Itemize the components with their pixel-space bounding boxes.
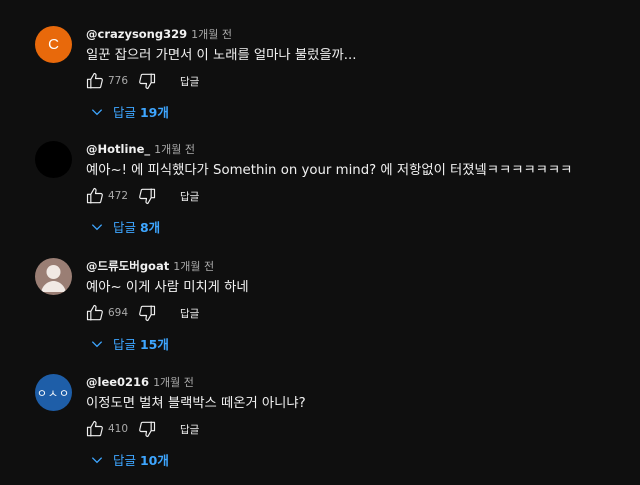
thumbs-down-icon	[139, 73, 156, 90]
dislike-button[interactable]	[136, 418, 158, 440]
like-button[interactable]	[84, 302, 106, 324]
comment-time[interactable]: 1개월 전	[191, 28, 232, 41]
like-count: 776	[108, 75, 129, 87]
avatar-face: ㅇㅅㅇ	[36, 386, 71, 400]
comment-actions: 776 답글	[84, 70, 199, 92]
replies-prefix: 답글	[113, 337, 140, 352]
like-count: 472	[108, 190, 129, 202]
author-line: @Hotline_ 1개월 전	[86, 141, 195, 157]
author-line: @crazysong329 1개월 전	[86, 26, 232, 42]
thumbs-up-icon	[86, 304, 103, 321]
comment-author[interactable]: @crazysong329	[86, 27, 187, 41]
comment-author[interactable]: @Hotline_	[86, 142, 150, 156]
replies-count: 19개	[139, 105, 169, 120]
chevron-down-icon	[90, 220, 104, 234]
replies-prefix: 답글	[113, 453, 140, 468]
comment-text: 예아~ 이게 사람 미치게 하네	[86, 280, 249, 295]
thumbs-up-icon	[86, 187, 103, 204]
replies-prefix: 답글	[113, 220, 140, 235]
person-icon	[41, 265, 66, 292]
avatar[interactable]	[35, 258, 72, 295]
view-replies-button[interactable]: 답글 8개	[90, 217, 160, 236]
comment-actions: 410 답글	[84, 418, 199, 440]
comment-text: 일꾼 잡으러 가면서 이 노래를 얼마나 불렀을까...	[86, 48, 357, 63]
view-replies-button[interactable]: 답글 10개	[90, 450, 169, 469]
author-line: @lee0216 1개월 전	[86, 374, 194, 390]
author-line: @드류도버goat 1개월 전	[86, 258, 214, 274]
avatar[interactable]	[35, 141, 72, 178]
chevron-down-icon	[90, 453, 104, 467]
thumbs-down-icon	[139, 421, 156, 438]
reply-button[interactable]: 답글	[180, 422, 199, 437]
comment-time[interactable]: 1개월 전	[153, 376, 194, 389]
comment-time[interactable]: 1개월 전	[173, 260, 214, 273]
like-button[interactable]	[84, 70, 106, 92]
dislike-button[interactable]	[136, 185, 158, 207]
chevron-down-icon	[90, 337, 104, 351]
like-count: 694	[108, 307, 129, 319]
comment-text: 이정도면 벌쳐 블랙박스 떼온거 아니냐?	[86, 396, 306, 411]
reply-button[interactable]: 답글	[180, 74, 199, 89]
comment-actions: 472 답글	[84, 185, 199, 207]
dislike-button[interactable]	[136, 302, 158, 324]
comment-time[interactable]: 1개월 전	[154, 143, 195, 156]
view-replies-button[interactable]: 답글 19개	[90, 102, 169, 121]
thumbs-down-icon	[139, 188, 156, 205]
chevron-down-icon	[90, 105, 104, 119]
comment-actions: 694 답글	[84, 302, 199, 324]
replies-count: 15개	[139, 337, 169, 352]
comment-text: 예아~! 에 피식했다가 Somethin on your mind? 에 저항…	[86, 163, 573, 178]
avatar-letter: C	[48, 36, 59, 53]
replies-count: 8개	[139, 220, 161, 235]
like-count: 410	[108, 423, 129, 435]
avatar[interactable]: C	[35, 26, 72, 63]
avatar[interactable]: ㅇㅅㅇ	[35, 374, 72, 411]
thumbs-down-icon	[139, 305, 156, 322]
comment-author[interactable]: @lee0216	[86, 375, 149, 389]
reply-button[interactable]: 답글	[180, 189, 199, 204]
view-replies-button[interactable]: 답글 15개	[90, 334, 169, 353]
like-button[interactable]	[84, 418, 106, 440]
comment-author[interactable]: @드류도버goat	[86, 259, 169, 273]
like-button[interactable]	[84, 185, 106, 207]
reply-button[interactable]: 답글	[180, 306, 199, 321]
thumbs-up-icon	[86, 420, 103, 437]
replies-prefix: 답글	[113, 105, 140, 120]
thumbs-up-icon	[86, 72, 103, 89]
dislike-button[interactable]	[136, 70, 158, 92]
replies-count: 10개	[139, 453, 169, 468]
